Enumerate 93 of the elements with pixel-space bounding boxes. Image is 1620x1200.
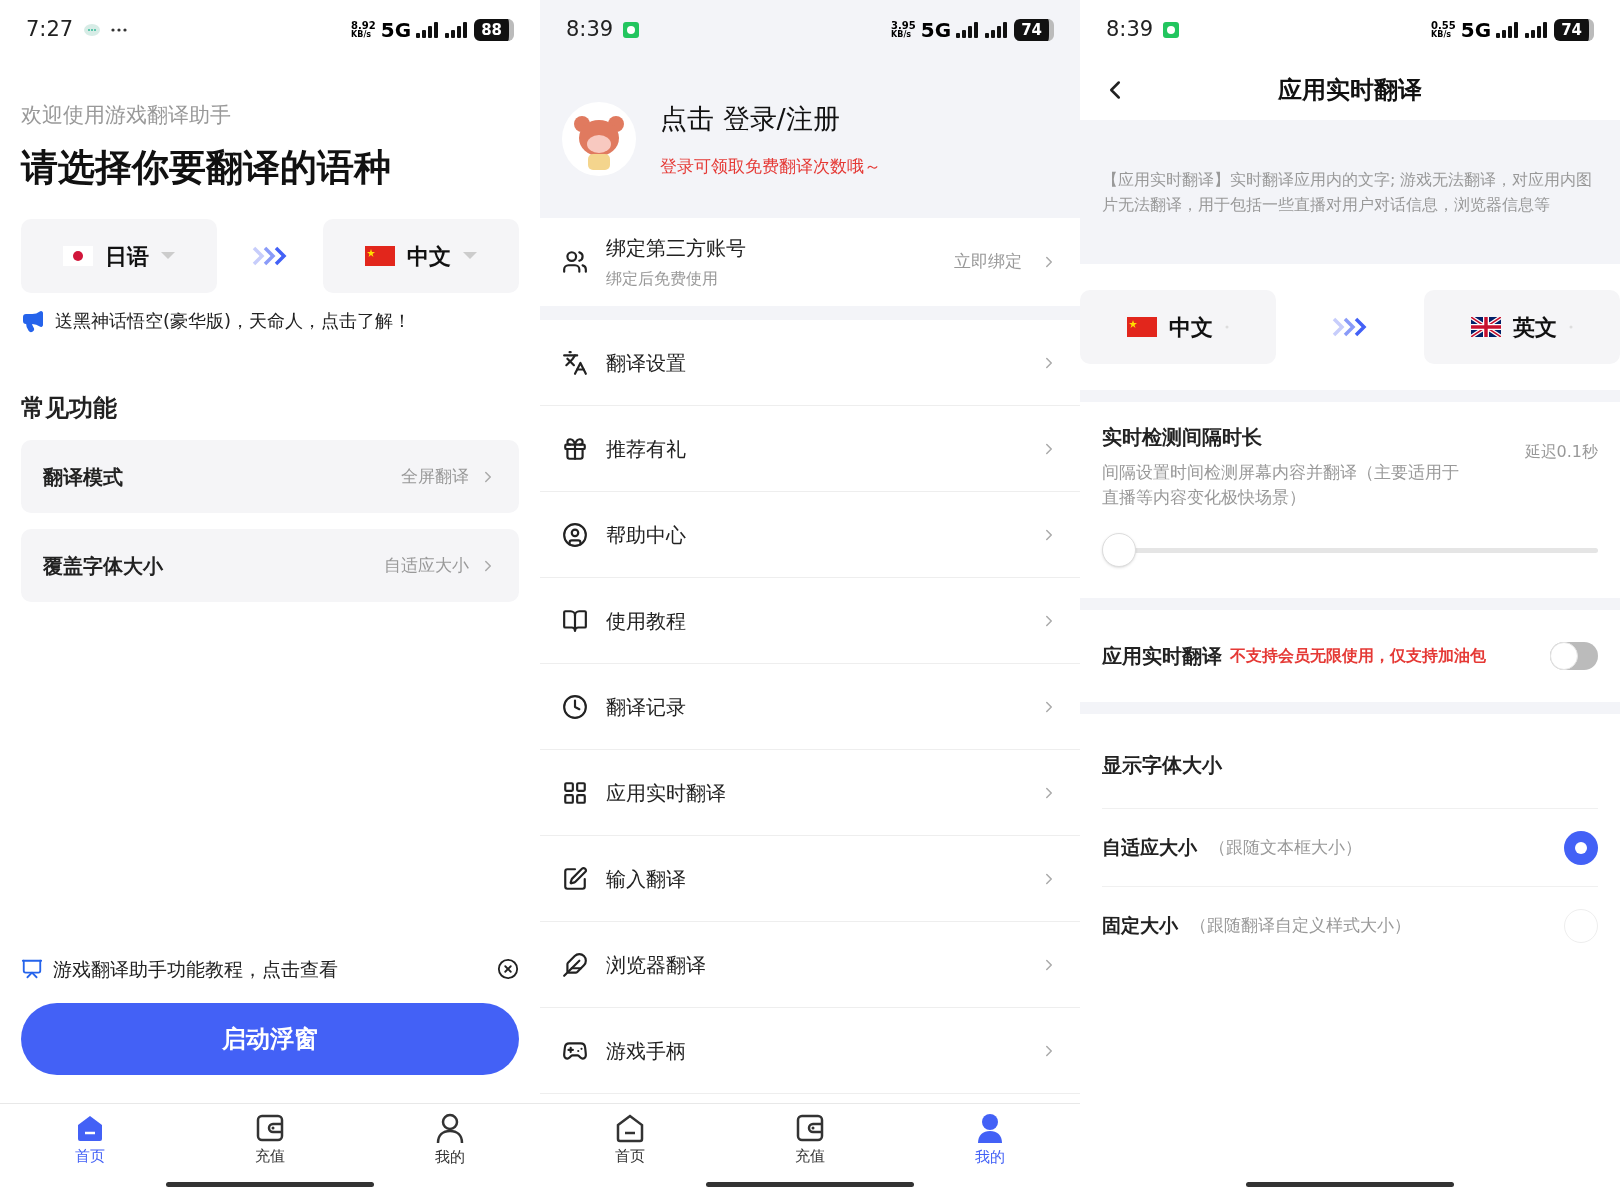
- login-title[interactable]: 点击 登录/注册: [660, 99, 881, 140]
- network-type: 5G: [920, 20, 952, 40]
- network-speed: 0.55: [1431, 21, 1456, 31]
- presentation-board-icon: [21, 957, 43, 980]
- welcome-text: 欢迎使用游戏翻译助手: [21, 102, 232, 129]
- settings-row[interactable]: 覆盖字体大小 自适应大小: [21, 529, 519, 602]
- megaphone-icon: [21, 308, 45, 333]
- network-type: 5G: [380, 20, 412, 40]
- home-icon: [615, 1112, 645, 1143]
- user-circle-icon: [562, 521, 588, 548]
- wallet-icon: [255, 1112, 285, 1143]
- network-type: 5G: [1460, 20, 1492, 40]
- settings-row[interactable]: 翻译模式 全屏翻译: [21, 440, 519, 513]
- battery-indicator: 74: [1554, 19, 1594, 41]
- status-time: 7:27: [26, 16, 74, 44]
- interval-slider[interactable]: [1102, 532, 1598, 568]
- avatar-icon: [562, 102, 636, 176]
- battery-indicator: 88: [474, 19, 514, 41]
- wallet-icon: [795, 1112, 825, 1143]
- menu-item[interactable]: 输入翻译: [540, 836, 1080, 922]
- promo-link[interactable]: 送黑神话悟空(豪华版)，天命人，点击了解！: [55, 307, 412, 334]
- bind-account-title: 绑定第三方账号: [606, 235, 746, 262]
- language-selector[interactable]: 中文: [1080, 290, 1276, 364]
- font-size-option[interactable]: 固定大小 （跟随翻译自定义样式大小）: [1102, 886, 1598, 964]
- user-icon: [435, 1111, 465, 1144]
- menu-item[interactable]: 帮助中心: [540, 492, 1080, 578]
- gift-icon: [562, 435, 588, 462]
- interval-title: 实时检测间隔时长: [1102, 424, 1263, 451]
- toggle-label: 应用实时翻译: [1102, 643, 1222, 670]
- info-text: 【应用实时翻译】实时翻译应用内的文字; 游戏无法翻译，对应用内图片无法翻译，用于包括一些直播对用户对话信息，浏览器信息等: [1102, 169, 1594, 216]
- language-selector[interactable]: 日语: [21, 219, 217, 293]
- nav-tab[interactable]: 我的: [900, 1111, 1080, 1169]
- nav-tab[interactable]: 充值: [720, 1112, 900, 1168]
- dropdown-caret-icon: [463, 252, 477, 260]
- china-flag-icon: [1127, 317, 1157, 337]
- nav-tab[interactable]: 首页: [0, 1112, 180, 1168]
- triple-chevron-icon: [251, 245, 289, 267]
- network-speed: 3.95: [891, 21, 916, 31]
- interval-description: 间隔设置时间检测屏幕内容并翻译（主要适用于直播等内容变化极快场景）: [1102, 461, 1460, 509]
- signal-icon: [985, 22, 1010, 38]
- speed-unit: KB/s: [891, 31, 912, 39]
- grid-icon: [562, 779, 588, 806]
- login-hint: 登录可领取免费翻译次数哦～: [660, 154, 881, 178]
- signal-icon: [1525, 22, 1550, 38]
- close-icon[interactable]: [497, 957, 519, 980]
- screen-title: 应用实时翻译: [1278, 75, 1422, 106]
- signal-icon: [1496, 22, 1521, 38]
- user-icon: [975, 1111, 1005, 1144]
- toggle-note: 不支持会员无限使用，仅支持加油包: [1230, 645, 1486, 667]
- menu-item[interactable]: 使用教程: [540, 578, 1080, 664]
- signal-icon: [445, 22, 470, 38]
- slider-thumb[interactable]: [1102, 533, 1136, 567]
- speed-unit: KB/s: [351, 31, 372, 39]
- edit-icon: [562, 865, 588, 892]
- nav-tab[interactable]: 我的: [360, 1111, 540, 1169]
- feather-icon: [562, 951, 588, 978]
- book-icon: [562, 607, 588, 634]
- translate-icon: [562, 349, 588, 376]
- toggle-switch[interactable]: [1550, 642, 1598, 670]
- radio-button[interactable]: [1564, 830, 1598, 865]
- language-selector[interactable]: 英文: [1424, 290, 1620, 364]
- triple-chevron-icon: [1331, 316, 1369, 338]
- nav-tab[interactable]: 首页: [540, 1112, 720, 1168]
- nav-tab[interactable]: 充值: [180, 1112, 360, 1168]
- app-notification-icon: [1163, 22, 1180, 38]
- section-heading: 常见功能: [21, 393, 118, 424]
- page-heading: 请选择你要翻译的语种: [21, 144, 392, 191]
- menu-item[interactable]: 翻译设置: [540, 320, 1080, 406]
- signal-icon: [956, 22, 981, 38]
- signal-icon: [416, 22, 441, 38]
- start-floating-window-button[interactable]: 启动浮窗: [21, 1003, 519, 1075]
- users-icon: [562, 249, 588, 275]
- dropdown-caret-icon: [161, 252, 175, 260]
- menu-item[interactable]: 应用实时翻译: [540, 750, 1080, 836]
- japan-flag-icon: [63, 246, 93, 266]
- app-notification-icon: [623, 22, 640, 38]
- battery-indicator: 74: [1014, 19, 1054, 41]
- network-speed: 8.92: [351, 21, 376, 31]
- delay-reading: 延迟0.1秒: [1524, 441, 1598, 463]
- bind-account-subtitle: 绑定后免费使用: [606, 268, 719, 290]
- status-time: 8:39: [566, 16, 614, 44]
- china-flag-icon: [365, 246, 395, 266]
- tutorial-link[interactable]: 游戏翻译助手功能教程，点击查看: [53, 954, 338, 983]
- uk-flag-icon: [1471, 317, 1501, 337]
- font-size-option[interactable]: 自适应大小 （跟随文本框大小）: [1102, 808, 1598, 886]
- speed-unit: KB/s: [1431, 31, 1452, 39]
- language-selector[interactable]: 中文: [323, 219, 519, 293]
- more-icon: [111, 28, 128, 32]
- font-size-heading: 显示字体大小: [1102, 752, 1223, 779]
- status-time: 8:39: [1106, 16, 1154, 44]
- chat-bubble-icon: [83, 23, 102, 37]
- menu-item[interactable]: 推荐有礼: [540, 406, 1080, 492]
- clock-icon: [562, 693, 588, 720]
